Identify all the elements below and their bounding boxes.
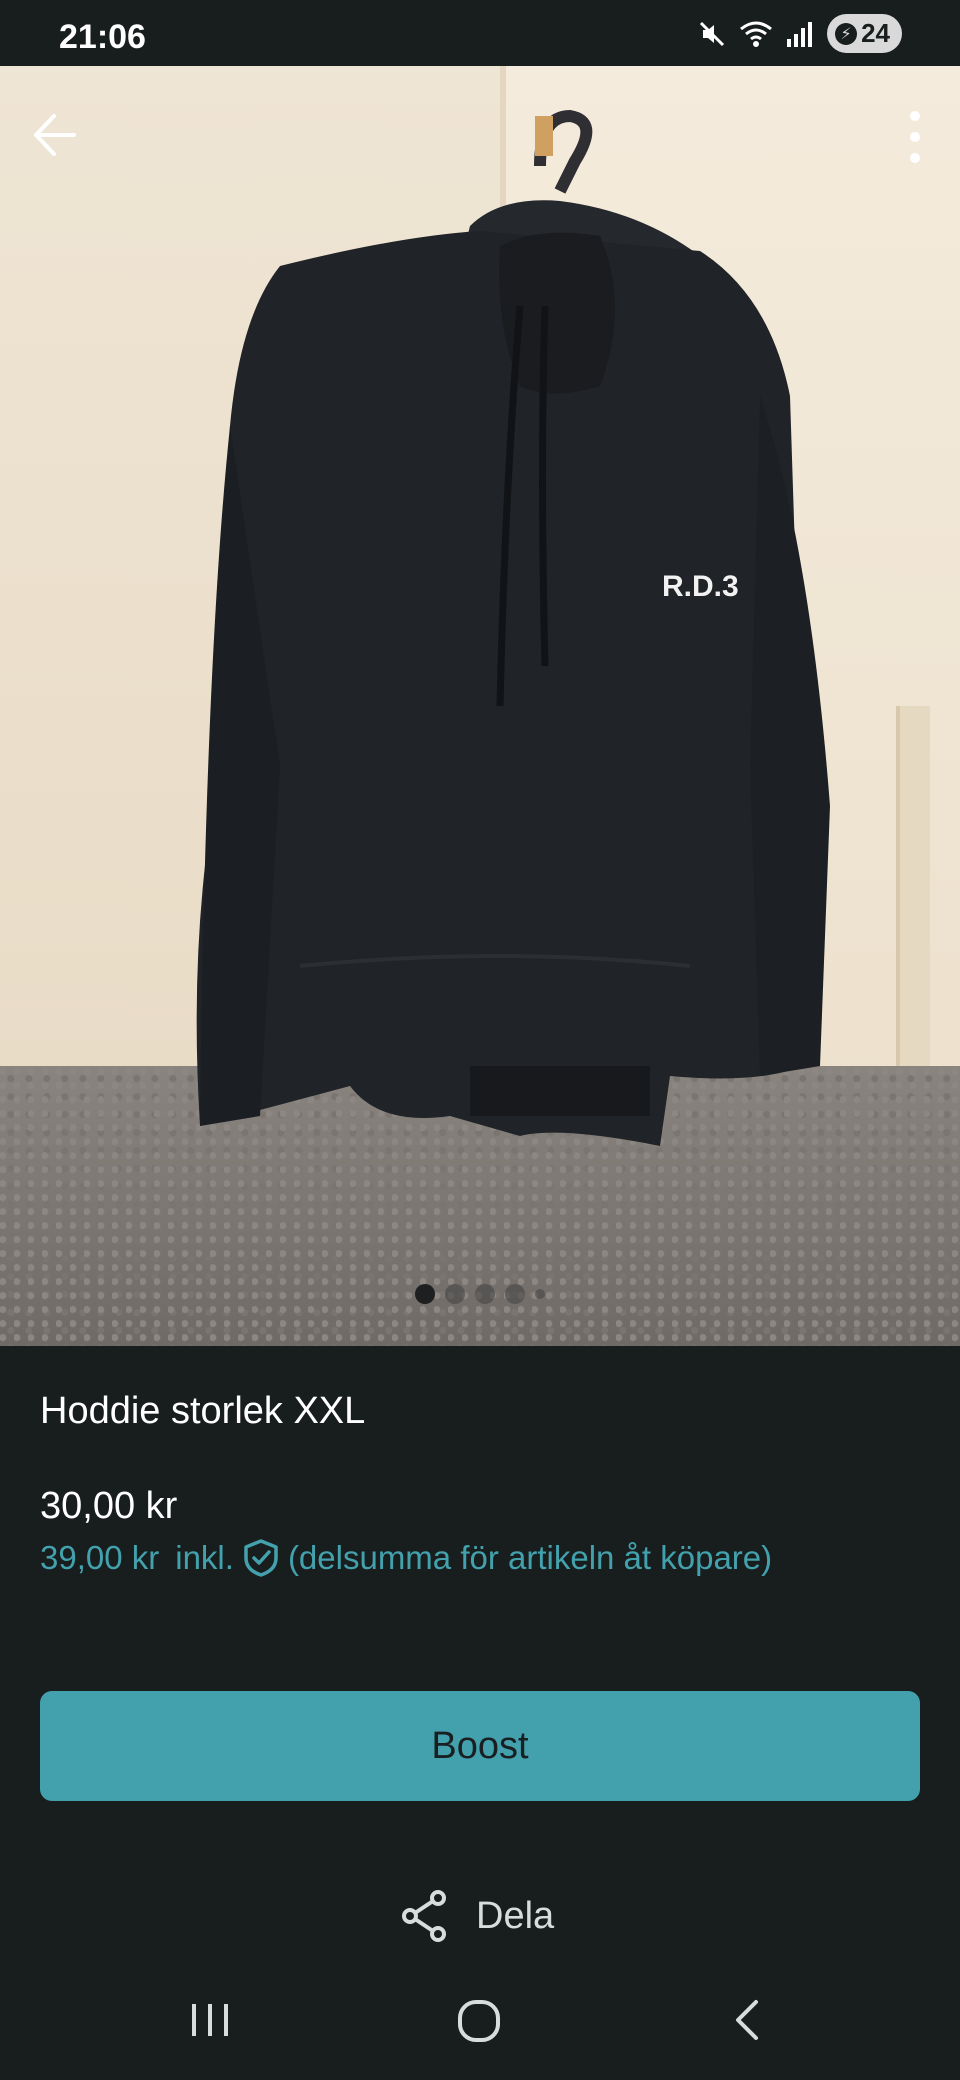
mute-icon: [700, 21, 725, 46]
item-price: 30,00 kr: [40, 1485, 178, 1527]
price-incl-amount: 39,00 kr: [40, 1539, 160, 1576]
status-time: 21:06: [59, 18, 146, 56]
carousel-dot-5[interactable]: [535, 1289, 545, 1299]
share-label: Dela: [476, 1894, 555, 1937]
carousel-dot-3[interactable]: [475, 1284, 495, 1304]
charging-icon: ⚡: [835, 22, 858, 45]
status-icons: ⚡ 24: [697, 14, 902, 53]
boost-button[interactable]: Boost: [40, 1691, 920, 1801]
battery-indicator: ⚡ 24: [827, 14, 902, 53]
hoodie-print-text: R.D.3: [662, 570, 739, 603]
recents-icon[interactable]: [188, 2000, 232, 2040]
home-icon[interactable]: [456, 1998, 502, 2044]
hoodie-image: R.D.3: [196, 109, 830, 1146]
carousel-dot-1[interactable]: [415, 1284, 435, 1304]
more-options-button[interactable]: [900, 108, 930, 166]
more-vertical-icon: [910, 111, 920, 163]
battery-level: 24: [861, 18, 890, 48]
arrow-left-icon: [34, 114, 76, 156]
wifi-icon: [740, 21, 773, 47]
product-photo[interactable]: R.D.3: [0, 66, 960, 1346]
status-bar: 21:06 ⚡ 24: [0, 0, 960, 66]
signal-icon: [787, 21, 813, 47]
price-incl-protection[interactable]: 39,00 kr inkl. (delsumma för artikeln åt…: [40, 1538, 772, 1578]
share-button[interactable]: Dela: [400, 1886, 554, 1946]
back-button[interactable]: [30, 110, 80, 160]
incl-label: inkl.: [175, 1539, 234, 1576]
share-icon: [402, 1890, 446, 1942]
incl-note: (delsumma för artikeln åt köpare): [287, 1539, 773, 1576]
shield-check-icon: [244, 1539, 278, 1577]
image-carousel-indicator: [0, 1284, 960, 1304]
carousel-dot-2[interactable]: [445, 1284, 465, 1304]
item-title: Hoddie storlek XXL: [40, 1390, 366, 1432]
carousel-dot-4[interactable]: [505, 1284, 525, 1304]
system-back-icon[interactable]: [730, 1996, 764, 2044]
